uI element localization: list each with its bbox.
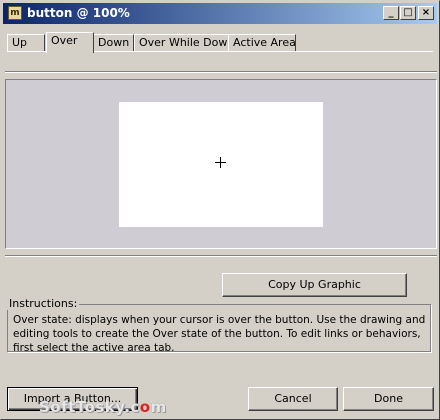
instructions-heading: Instructions: <box>7 297 80 310</box>
watermark-m: m <box>150 398 167 416</box>
window-title: button @ 100% <box>27 6 130 20</box>
button-stage[interactable] <box>119 102 323 227</box>
watermark-prefix: Soft <box>39 398 76 416</box>
dialog-window: m button @ 100% _ □ × Up Over Down Over … <box>0 0 440 420</box>
watermark-o: o <box>139 398 151 416</box>
close-button[interactable]: × <box>418 6 434 20</box>
cancel-button[interactable]: Cancel <box>248 387 338 411</box>
tab-up[interactable]: Up <box>7 34 45 52</box>
watermark-c: c <box>130 398 140 416</box>
minimize-button[interactable]: _ <box>383 6 399 20</box>
tab-active-area[interactable]: Active Area <box>228 34 296 52</box>
instructions-text: Over state: displays when your cursor is… <box>13 314 426 354</box>
fireworks-app-icon: m <box>8 6 22 20</box>
tab-down[interactable]: Down <box>93 34 134 52</box>
canvas-area[interactable] <box>5 79 437 249</box>
tab-over[interactable]: Over <box>46 32 94 53</box>
title-bar[interactable]: m button @ 100% _ □ × <box>3 3 437 24</box>
done-button[interactable]: Done <box>343 387 434 411</box>
maximize-button[interactable]: □ <box>400 6 416 20</box>
crosshair-icon <box>215 157 226 168</box>
watermark: SoftTosky.com <box>39 398 167 416</box>
divider <box>5 255 437 257</box>
watermark-mid: Tosky <box>75 398 125 416</box>
divider <box>5 71 437 73</box>
tab-over-while-down[interactable]: Over While Down <box>134 34 234 52</box>
copy-up-graphic-button[interactable]: Copy Up Graphic <box>222 273 407 297</box>
